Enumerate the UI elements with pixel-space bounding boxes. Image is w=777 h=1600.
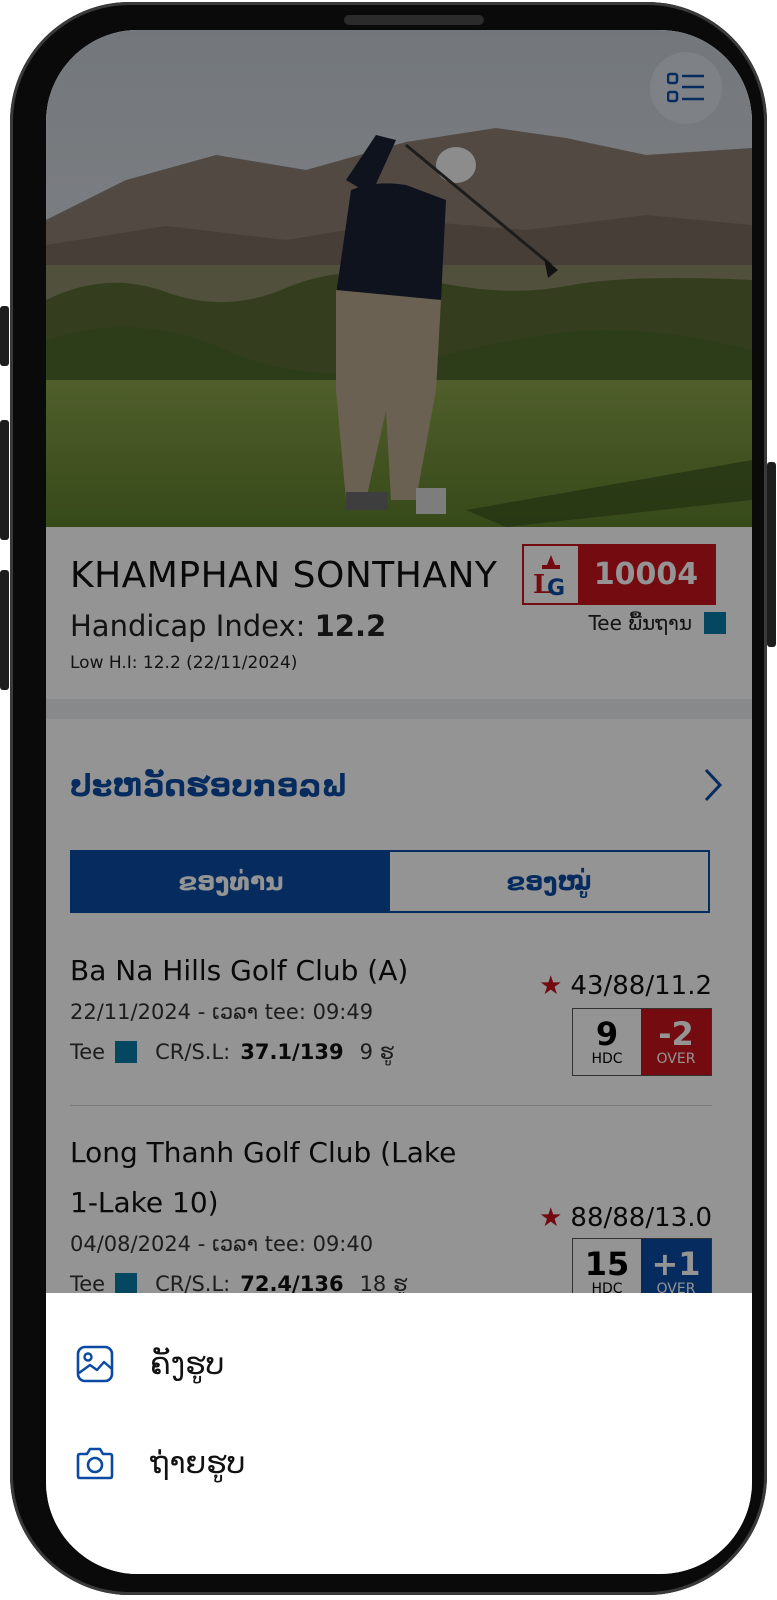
- silent-switch: [0, 306, 9, 366]
- volume-down-button: [0, 570, 9, 690]
- gallery-label: ຄັງຮູບ: [150, 1346, 225, 1382]
- take-photo[interactable]: ຖ່າຍຮູບ: [76, 1445, 245, 1481]
- choose-from-gallery[interactable]: ຄັງຮູບ: [76, 1345, 224, 1383]
- screen: KHAMPHAN SONTHANY Handicap Index: 12.2 L…: [46, 30, 752, 1574]
- speaker-grille: [344, 15, 484, 25]
- power-button: [767, 462, 776, 647]
- camera-icon: [76, 1447, 114, 1480]
- volume-up-button: [0, 420, 9, 540]
- phone-frame: KHAMPHAN SONTHANY Handicap Index: 12.2 L…: [10, 2, 767, 1595]
- camera-label: ຖ່າຍຮູບ: [150, 1445, 246, 1481]
- gallery-icon: [76, 1345, 114, 1383]
- photo-source-sheet: ຄັງຮູບ ຖ່າຍຮູບ: [46, 1293, 752, 1574]
